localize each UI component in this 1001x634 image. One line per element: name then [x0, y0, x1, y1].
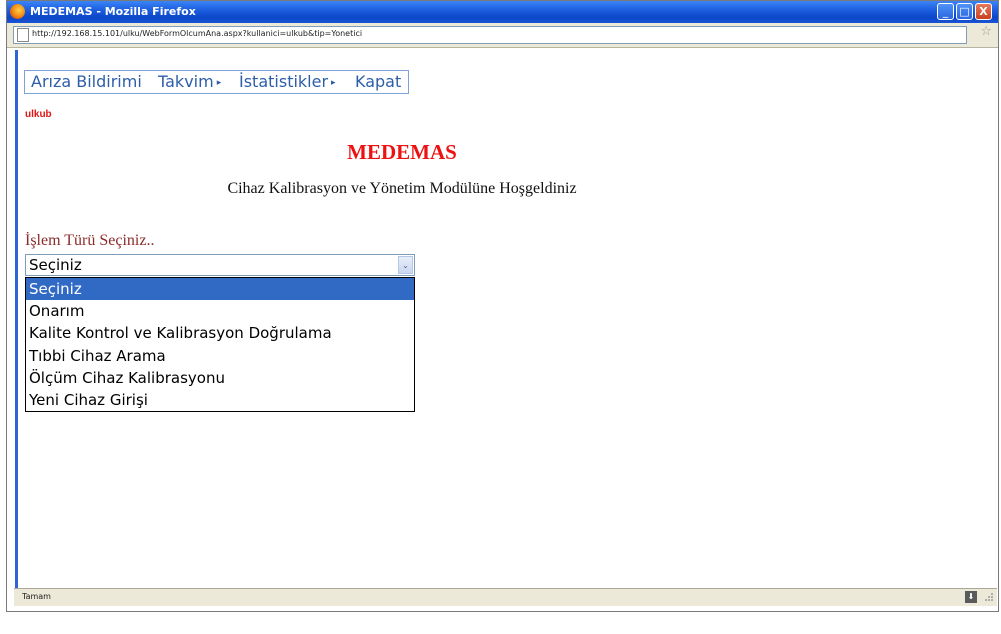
menu-item-label: İstatistikler [239, 72, 329, 91]
dropdown-option-kalite-kontrol[interactable]: Kalite Kontrol ve Kalibrasyon Doğrulama [26, 322, 414, 344]
dropdown-option-tibbi-cihaz-arama[interactable]: Tıbbi Cihaz Arama [26, 345, 414, 367]
menu-item-label: Arıza Bildirimi [31, 72, 142, 91]
resize-grip-icon[interactable] [984, 592, 994, 602]
dropdown-option-seciniz[interactable]: Seçiniz [26, 278, 414, 301]
download-icon[interactable]: ⬇ [965, 591, 977, 603]
close-button[interactable]: X [975, 3, 992, 20]
operation-type-select[interactable]: Seçiniz ⌄ [25, 254, 415, 276]
firefox-icon [10, 4, 25, 19]
url-text: http://192.168.15.101/ulku/WebFormOlcumA… [32, 29, 363, 38]
submenu-arrow-icon: ▸ [216, 78, 222, 88]
page-icon [17, 28, 29, 42]
window-titlebar: MEDEMAS - Mozilla Firefox _ □ X [7, 1, 998, 23]
menu-item-label: Takvim [158, 72, 214, 91]
menu-item-ariza-bildirimi[interactable]: Arıza Bildirimi [31, 72, 142, 91]
url-input[interactable]: http://192.168.15.101/ulku/WebFormOlcumA… [13, 26, 967, 44]
window-title: MEDEMAS - Mozilla Firefox [30, 5, 196, 18]
dropdown-option-yeni-cihaz-girisi[interactable]: Yeni Cihaz Girişi [26, 389, 414, 411]
dropdown-option-onarim[interactable]: Onarım [26, 300, 414, 322]
select-current-value: Seçiniz [29, 256, 82, 274]
chevron-down-icon[interactable]: ⌄ [398, 256, 413, 274]
status-text: Tamam [22, 592, 51, 601]
menu-item-takvim[interactable]: Takvim ▸ [158, 72, 221, 91]
minimize-button[interactable]: _ [937, 3, 954, 20]
username-label: ulkub [25, 109, 52, 120]
menu-item-kapat[interactable]: Kapat [355, 72, 401, 91]
main-menu: Arıza Bildirimi Takvim ▸ İstatistikler ▸ K… [24, 70, 409, 94]
dropdown-options-list: Seçiniz Onarım Kalite Kontrol ve Kalibra… [25, 277, 415, 412]
address-bar: http://192.168.15.101/ulku/WebFormOlcumA… [7, 23, 998, 48]
dropdown-option-olcum-cihaz-kalibrasyonu[interactable]: Ölçüm Cihaz Kalibrasyonu [26, 367, 414, 389]
submenu-arrow-icon: ▸ [331, 78, 336, 88]
page-title: MEDEMAS [347, 140, 457, 164]
operation-type-label: İşlem Türü Seçiniz.. [25, 232, 155, 249]
status-bar: Tamam ⬇ [14, 588, 997, 606]
bookmark-star-icon[interactable]: ☆ [980, 25, 992, 38]
maximize-button[interactable]: □ [956, 3, 973, 20]
menu-item-istatistikler[interactable]: İstatistikler ▸ [239, 72, 336, 91]
menu-item-label: Kapat [355, 72, 402, 91]
welcome-message: Cihaz Kalibrasyon ve Yönetim Modülüne Ho… [227, 180, 577, 197]
